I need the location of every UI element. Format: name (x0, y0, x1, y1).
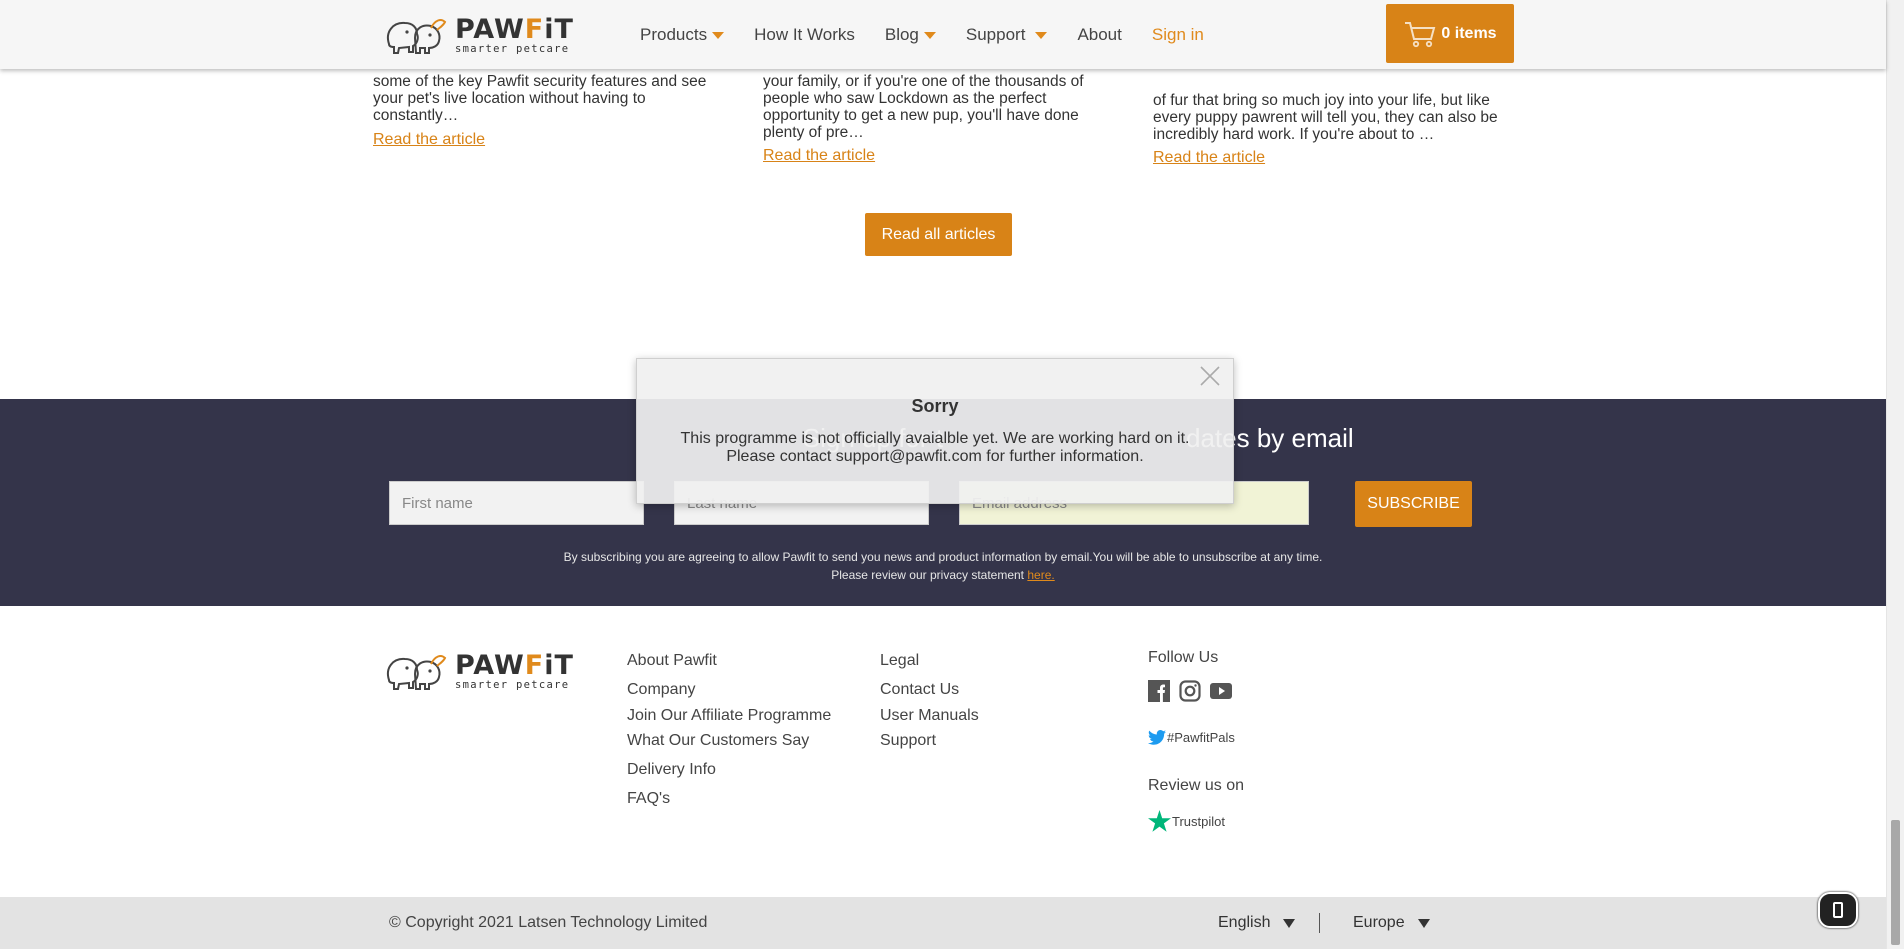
youtube-link[interactable] (1210, 680, 1241, 707)
footer-link-contact[interactable]: Contact Us (880, 681, 959, 699)
caret-down-icon (1283, 918, 1296, 928)
dialog-message: This programme is not officially avaialb… (680, 430, 1190, 465)
article-excerpt: some of the key Pawfit security features… (373, 73, 707, 124)
logo-wordmark: PAWFiT (455, 13, 574, 45)
facebook-icon (1148, 680, 1170, 702)
read-article-link[interactable]: Read the article (763, 147, 1123, 164)
site-header: PAWFiT smarter petcare Products How It W… (0, 0, 1886, 69)
read-article-link[interactable]: Read the article (373, 131, 733, 148)
page-scrollbar[interactable] (1886, 0, 1904, 949)
mobile-view-button[interactable] (1818, 892, 1858, 928)
close-icon (1200, 366, 1220, 386)
article-card: your family, or if you're one of the tho… (763, 73, 1123, 164)
close-button[interactable] (1199, 365, 1221, 387)
header-logo[interactable]: PAWFiT smarter petcare (383, 14, 574, 56)
footer-link-legal[interactable]: Legal (880, 652, 919, 670)
twitter-hashtag-link[interactable]: #PawfitPals (1148, 730, 1235, 745)
trustpilot-link[interactable]: Trustpilot (1148, 810, 1225, 832)
youtube-icon (1210, 683, 1232, 699)
footer-logo[interactable]: PAWFiT smarter petcare (383, 650, 574, 692)
phone-icon (1833, 902, 1843, 918)
article-card: of fur that bring so much joy into your … (1153, 73, 1513, 166)
logo-wordmark: PAWFiT (455, 649, 574, 681)
nav-how-it-works[interactable]: How It Works (754, 25, 855, 45)
language-select[interactable]: English (1218, 914, 1296, 932)
cart-label: items (1454, 24, 1497, 42)
instagram-icon (1179, 680, 1201, 702)
sorry-dialog: Sorry This programme is not officially a… (636, 358, 1234, 504)
divider (1319, 913, 1320, 933)
footer-link-customers-say[interactable]: What Our Customers Say (627, 732, 809, 750)
article-card: some of the key Pawfit security features… (373, 73, 733, 148)
footer-link-manuals[interactable]: User Manuals (880, 707, 979, 725)
nav-support[interactable]: Support (966, 25, 1048, 45)
footer-link-about-pawfit[interactable]: About Pawfit (627, 652, 717, 670)
footer-link-delivery[interactable]: Delivery Info (627, 761, 716, 779)
privacy-link[interactable]: here. (1027, 568, 1054, 582)
chevron-down-icon (923, 32, 936, 39)
first-name-input[interactable]: First name (389, 481, 644, 525)
footer-link-affiliate[interactable]: Join Our Affiliate Programme (627, 707, 831, 725)
sign-in-link[interactable]: Sign in (1152, 25, 1204, 45)
cart-icon (1405, 21, 1436, 47)
scrollbar-thumb[interactable] (1891, 820, 1900, 945)
trustpilot-star-icon (1148, 810, 1171, 832)
caret-down-icon (1417, 918, 1430, 928)
instagram-link[interactable] (1179, 680, 1210, 707)
cart-count: 0 (1441, 24, 1451, 42)
cart-button[interactable]: 0 items (1386, 4, 1514, 63)
footer-link-faqs[interactable]: FAQ's (627, 790, 670, 808)
nav-blog[interactable]: Blog (885, 25, 936, 45)
read-all-articles-button[interactable]: Read all articles (865, 213, 1012, 256)
chevron-down-icon (1035, 32, 1048, 39)
chevron-down-icon (712, 32, 725, 39)
twitter-hashtag: #PawfitPals (1167, 730, 1235, 745)
twitter-icon (1148, 730, 1166, 745)
footer-link-company[interactable]: Company (627, 681, 695, 699)
footer-link-support[interactable]: Support (880, 732, 936, 750)
social-links (1148, 680, 1241, 707)
article-excerpt: of fur that bring so much joy into your … (1153, 92, 1498, 143)
newsletter-note: By subscribing you are agreeing to allow… (563, 550, 1323, 582)
logo-tagline: smarter petcare (455, 678, 570, 691)
copyright-text: © Copyright 2021 Latsen Technology Limit… (389, 914, 708, 931)
nav-products[interactable]: Products (640, 25, 725, 45)
pet-logo-icon (387, 655, 447, 690)
subscribe-button[interactable]: SUBSCRIBE (1355, 481, 1472, 527)
pet-logo-icon (387, 19, 447, 54)
region-select[interactable]: Europe (1353, 914, 1430, 932)
review-us-heading: Review us on (1148, 777, 1245, 794)
bottom-bar: © Copyright 2021 Latsen Technology Limit… (0, 897, 1886, 949)
dialog-title: Sorry (911, 396, 959, 416)
logo-tagline: smarter petcare (455, 42, 570, 55)
follow-us-heading: Follow Us (1148, 649, 1219, 666)
article-excerpt: your family, or if you're one of the tho… (763, 73, 1084, 141)
nav-about[interactable]: About (1077, 25, 1121, 45)
read-article-link[interactable]: Read the article (1153, 149, 1513, 166)
facebook-link[interactable] (1148, 680, 1179, 707)
main-nav: Products How It Works Blog Support About… (640, 0, 1234, 69)
trustpilot-label: Trustpilot (1172, 813, 1225, 829)
